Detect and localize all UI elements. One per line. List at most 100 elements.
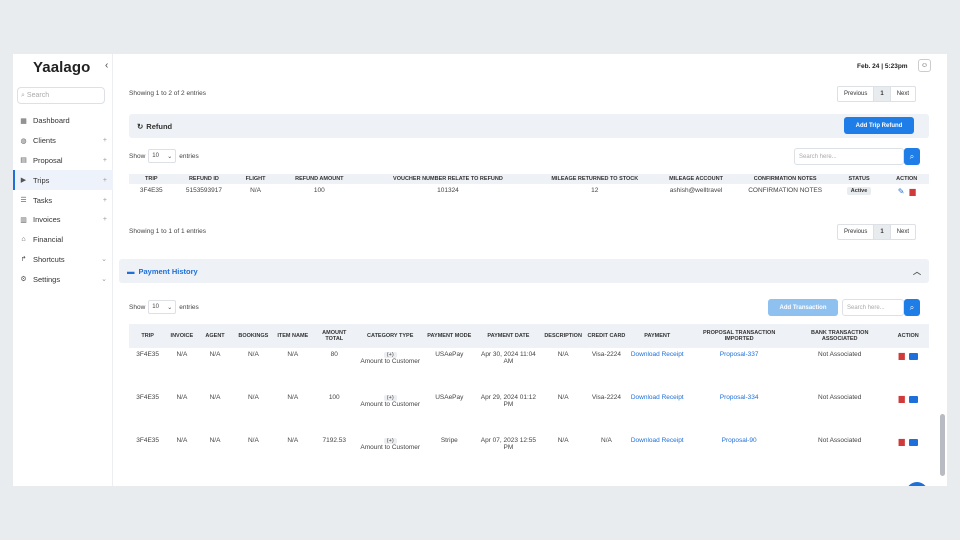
chevron-up-icon[interactable]: ︿ xyxy=(913,266,921,277)
cell-action: ▆ xyxy=(887,434,929,477)
plus-icon[interactable]: + xyxy=(103,177,107,184)
sidebar: Yaalago ‹ ⌕ Search ▦ Dashboard ◍ Clients… xyxy=(13,54,113,486)
col-item-name[interactable]: ITEM NAME xyxy=(274,324,312,348)
plus-icon[interactable]: + xyxy=(103,157,107,164)
cell-proposal: Proposal-334 xyxy=(686,391,792,434)
mail-icon[interactable] xyxy=(908,352,918,360)
payment-search-input[interactable]: Search here... xyxy=(842,299,904,316)
col-flight[interactable]: FLIGHT xyxy=(234,174,277,184)
sidebar-item-settings[interactable]: ⚙ Settings ⌄ xyxy=(13,269,113,289)
payment-history-header[interactable]: ▬ Payment History ︿ xyxy=(119,259,929,283)
search-placeholder: Search here... xyxy=(799,153,837,160)
sidebar-item-trips[interactable]: ▶ Trips + xyxy=(13,170,113,191)
pagination-previous[interactable]: Previous xyxy=(838,225,873,239)
cell-proposal: Proposal-337 xyxy=(686,348,792,391)
col-status[interactable]: STATUS xyxy=(833,174,885,184)
col-payment-mode[interactable]: PAYMENT MODE xyxy=(423,324,476,348)
plus-icon[interactable]: + xyxy=(103,216,107,223)
cell-bank: Not Associated xyxy=(818,437,862,444)
app-logo[interactable]: Yaalago xyxy=(33,59,90,76)
search-button[interactable]: ⌕ xyxy=(904,148,920,165)
search-button[interactable]: ⌕ xyxy=(904,299,920,316)
cell-item: N/A xyxy=(287,437,299,444)
trash-icon[interactable]: ▆ xyxy=(899,394,905,403)
search-placeholder: Search here... xyxy=(847,304,885,311)
trash-icon[interactable]: ▆ xyxy=(909,187,915,196)
entries-info: Showing 1 to 2 of 2 entries xyxy=(129,90,206,97)
sidebar-item-shortcuts[interactable]: ↱ Shortcuts ⌄ xyxy=(13,250,113,270)
cell-mode: USAePay xyxy=(435,351,464,358)
col-mileage-returned[interactable]: MILEAGE RETURNED TO STOCK xyxy=(534,174,656,184)
payment-history-title: Payment History xyxy=(138,266,198,276)
refund-search-input[interactable]: Search here... xyxy=(794,148,904,165)
cell-amount: 80 xyxy=(330,351,338,358)
mail-icon[interactable] xyxy=(908,395,918,403)
share-icon: ↱ xyxy=(20,256,27,264)
download-receipt-link[interactable]: Download Receipt xyxy=(631,437,684,444)
proposal-link[interactable]: Proposal-334 xyxy=(720,394,759,401)
col-refund-amount[interactable]: REFUND AMOUNT xyxy=(276,174,362,184)
pagination-previous[interactable]: Previous xyxy=(838,87,873,101)
download-receipt-link[interactable]: Download Receipt xyxy=(631,351,684,358)
trash-icon[interactable]: ▆ xyxy=(899,351,905,360)
col-refund-id[interactable]: REFUND ID xyxy=(173,174,235,184)
sidebar-search-placeholder: Search xyxy=(26,92,50,99)
col-bookings[interactable]: BOOKINGS xyxy=(232,324,275,348)
proposal-link[interactable]: Proposal-337 xyxy=(720,351,759,358)
pagination-page[interactable]: 1 xyxy=(873,225,891,239)
sidebar-item-proposal[interactable]: ▤ Proposal + xyxy=(13,151,113,171)
plus-icon[interactable]: + xyxy=(103,137,107,144)
col-description[interactable]: DESCRIPTION xyxy=(541,324,585,348)
sidebar-item-tasks[interactable]: ☰ Tasks + xyxy=(13,190,113,210)
col-amount-total[interactable]: AMOUNT TOTAL xyxy=(311,324,358,348)
col-category-type[interactable]: CATEGORY TYPE xyxy=(357,324,424,348)
download-receipt-link[interactable]: Download Receipt xyxy=(631,394,684,401)
col-confirmation-notes[interactable]: CONFIRMATION NOTES xyxy=(736,174,834,184)
cell-invoice: N/A xyxy=(176,351,188,358)
chevron-down-icon[interactable]: ⌄ xyxy=(101,255,107,263)
cell-payment: Download Receipt xyxy=(628,348,686,391)
add-transaction-button[interactable]: Add Transaction xyxy=(768,299,838,316)
sidebar-item-label: Invoices xyxy=(33,215,61,225)
mail-icon[interactable] xyxy=(908,438,918,446)
sidebar-item-invoices[interactable]: ▥ Invoices + xyxy=(13,210,113,230)
cell-desc: N/A xyxy=(557,394,569,401)
pagination-page[interactable]: 1 xyxy=(873,87,891,101)
col-trip[interactable]: TRIP xyxy=(129,174,174,184)
plus-icon[interactable]: + xyxy=(103,197,107,204)
col-voucher[interactable]: VOUCHER NUMBER RELATE TO REFUND xyxy=(361,174,535,184)
trash-icon[interactable]: ▆ xyxy=(899,437,905,446)
sidebar-item-dashboard[interactable]: ▦ Dashboard xyxy=(13,111,113,131)
col-payment-date[interactable]: PAYMENT DATE xyxy=(475,324,542,348)
col-credit-card[interactable]: CREDIT CARD xyxy=(584,324,629,348)
col-mileage-account[interactable]: MILEAGE ACCOUNT xyxy=(655,174,737,184)
col-trip[interactable]: TRIP xyxy=(129,324,167,348)
status-badge: Active xyxy=(846,187,872,195)
cell-category: (+) Amount to Customer xyxy=(357,348,423,391)
cell-desc: N/A xyxy=(557,351,569,358)
add-trip-refund-button[interactable]: Add Trip Refund xyxy=(844,117,914,134)
col-agent[interactable]: AGENT xyxy=(197,324,233,348)
cell-amount: 100 xyxy=(313,187,325,194)
entries-select[interactable]: 10 ⌄ xyxy=(148,300,177,314)
proposal-link[interactable]: Proposal-90 xyxy=(722,437,757,444)
entries-select[interactable]: 10 ⌄ xyxy=(148,149,177,163)
col-invoice[interactable]: INVOICE xyxy=(166,324,198,348)
chevron-down-icon[interactable]: ⌄ xyxy=(101,275,107,283)
chevron-left-icon[interactable]: ‹ xyxy=(105,60,108,71)
edit-icon[interactable]: ✎ xyxy=(898,187,905,196)
cell-date: Apr 30, 2024 11:04 AM xyxy=(480,351,536,365)
pagination-next[interactable]: Next xyxy=(891,87,915,101)
cell-item: N/A xyxy=(287,351,299,358)
sidebar-item-financial[interactable]: ⌂ Financial xyxy=(13,230,113,250)
sidebar-item-clients[interactable]: ◍ Clients + xyxy=(13,131,113,151)
cell-date: Apr 07, 2023 12:55 PM xyxy=(480,437,537,451)
task-icon: ☰ xyxy=(20,197,27,205)
sidebar-search-input[interactable]: ⌕ Search xyxy=(17,87,105,104)
cell-refund-id: 5153593917 xyxy=(185,187,222,194)
user-icon[interactable]: ☺ xyxy=(918,59,931,72)
pagination-next[interactable]: Next xyxy=(891,225,915,239)
cell-agent: N/A xyxy=(209,394,221,401)
cell-item: N/A xyxy=(287,394,299,401)
vertical-scrollbar[interactable] xyxy=(940,414,945,476)
